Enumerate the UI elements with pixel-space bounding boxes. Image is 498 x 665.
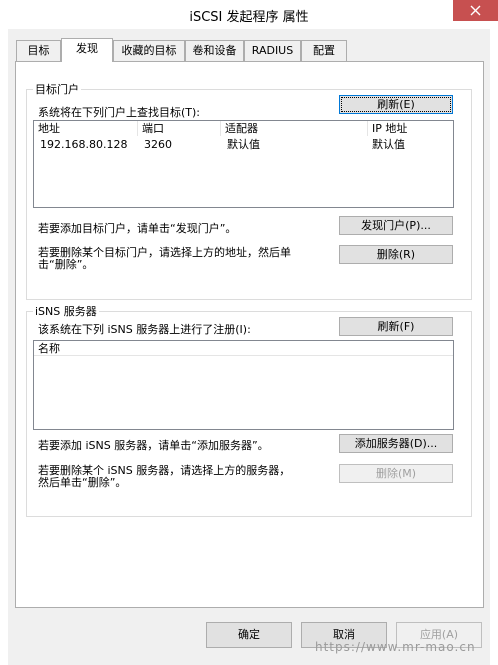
tab-favorite-targets[interactable]: 收藏的目标 [113,40,185,61]
close-icon [470,5,481,16]
column-header-adapter[interactable]: 适配器 [221,121,368,136]
ok-button[interactable]: 确定 [206,622,292,648]
refresh-isns-button[interactable]: 刷新(F) [339,317,453,336]
isns-servers-group-title: iSNS 服务器 [33,303,99,319]
window-border-right [490,29,498,665]
remove-isns-hint-line2: 然后单击“删除”。 [38,476,127,489]
target-portals-description: 系统将在下列门户上查找目标(T): [38,106,201,119]
column-header-name[interactable]: 名称 [34,341,453,356]
isns-description: 该系统在下列 iSNS 服务器上进行了注册(I): [38,323,251,336]
tab-discovery[interactable]: 发现 [61,38,113,62]
target-portals-group-title: 目标门户 [33,81,81,97]
tab-radius[interactable]: RADIUS [244,40,301,61]
watermark-text: https://www.mr-mao.cn [315,640,476,654]
discovery-panel: 目标门户 系统将在下列门户上查找目标(T): 刷新(E) 地址 端口 适配器 I… [15,61,484,608]
column-header-address[interactable]: 地址 [34,121,138,136]
column-header-ip-address[interactable]: IP 地址 [368,121,453,136]
tab-volumes-devices[interactable]: 卷和设备 [185,40,244,61]
window-border-left [0,29,8,665]
column-header-port[interactable]: 端口 [138,121,221,136]
portal-adapter-cell: 默认值 [227,138,260,151]
tab-configuration[interactable]: 配置 [301,40,347,61]
remove-isns-server-button[interactable]: 删除(M) [339,464,453,483]
window-title: iSCSI 发起程序 属性 [189,10,309,25]
add-portal-hint: 若要添加目标门户，请单击“发现门户”。 [38,222,237,235]
refresh-portals-button[interactable]: 刷新(E) [339,95,453,114]
portal-address-cell: 192.168.80.128 [40,138,128,151]
add-isns-hint: 若要添加 iSNS 服务器，请单击“添加服务器”。 [38,439,269,452]
remove-portal-hint-line2: 击“删除”。 [38,258,94,271]
close-button[interactable] [453,0,498,21]
portal-port-cell: 3260 [144,138,172,151]
target-portals-list[interactable]: 地址 端口 适配器 IP 地址 192.168.80.128 3260 默认值 … [33,120,454,208]
remove-portal-button[interactable]: 删除(R) [339,245,453,264]
tab-targets[interactable]: 目标 [16,40,61,61]
isns-servers-list[interactable]: 名称 [33,340,454,430]
portal-ip-cell: 默认值 [372,138,405,151]
discover-portal-button[interactable]: 发现门户(P)... [339,216,453,235]
title-bar: iSCSI 发起程序 属性 [0,0,498,29]
add-isns-server-button[interactable]: 添加服务器(D)... [339,434,453,453]
